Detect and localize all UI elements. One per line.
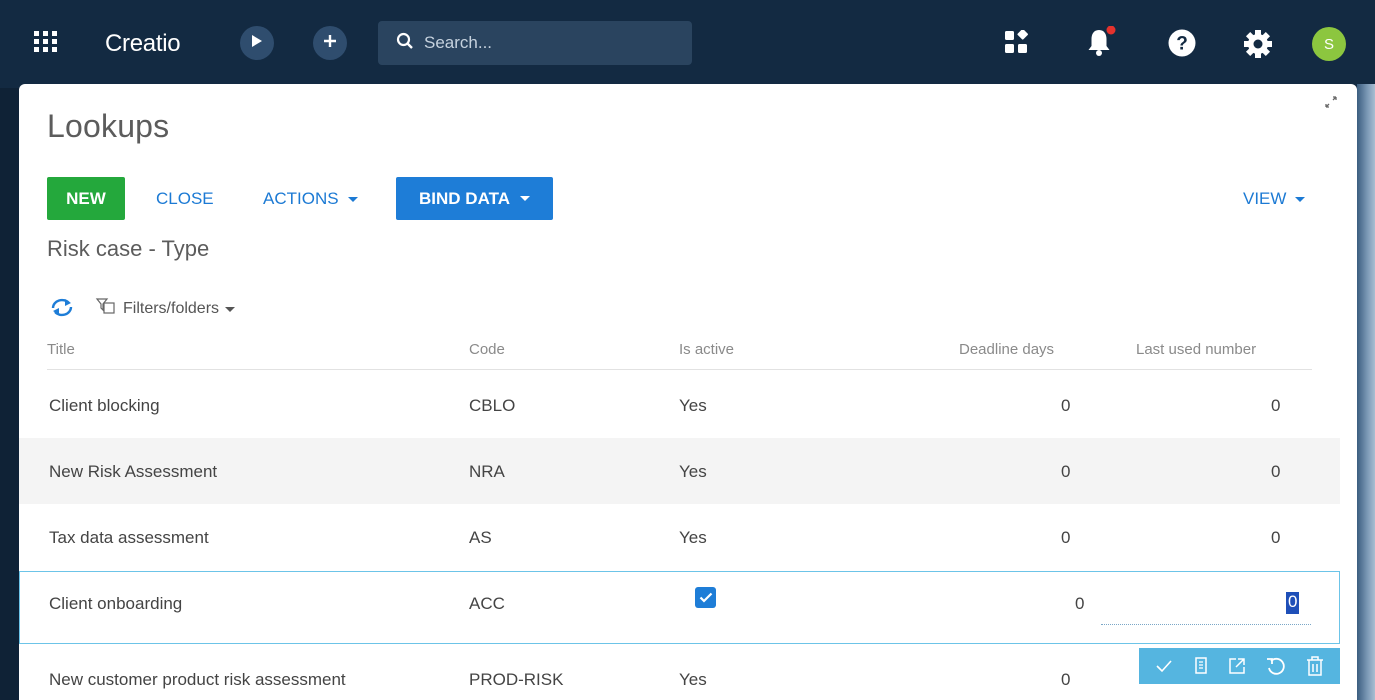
copy-icon[interactable]	[1192, 656, 1210, 676]
bind-data-button-label: BIND DATA	[419, 188, 510, 208]
cell-is-active: Yes	[679, 462, 707, 481]
cell-title: Client onboarding	[49, 594, 183, 613]
filters-folders-label: Filters/folders	[123, 300, 220, 317]
is-active-checkbox[interactable]	[695, 587, 716, 608]
cell-is-active: Yes	[679, 528, 707, 547]
search-box[interactable]	[378, 21, 692, 65]
run-process-button[interactable]	[240, 26, 274, 60]
cell-code: ACC	[469, 594, 505, 613]
cell-title: Client blocking	[49, 396, 160, 415]
gear-icon[interactable]	[1243, 29, 1273, 64]
row-actions-toolbar	[1139, 648, 1340, 684]
cell-deadline-days: 0	[1061, 462, 1071, 481]
cell-code: NRA	[469, 462, 505, 481]
play-icon	[251, 34, 263, 53]
check-icon[interactable]	[1154, 657, 1174, 675]
filter-icon[interactable]	[95, 297, 115, 322]
column-header-title[interactable]: Title	[47, 341, 75, 358]
cell-deadline-days: 0	[1061, 396, 1071, 415]
add-button[interactable]	[313, 26, 347, 60]
new-button[interactable]: NEW	[47, 177, 125, 220]
plus-icon	[323, 34, 337, 53]
cell-code: PROD-RISK	[469, 670, 564, 689]
cell-title: New customer product risk assessment	[49, 670, 346, 689]
chevron-down-icon	[519, 196, 530, 201]
help-icon[interactable]: ?	[1167, 28, 1197, 63]
column-header-deadline-days[interactable]: Deadline days	[959, 341, 1054, 358]
column-header-is-active[interactable]: Is active	[679, 341, 734, 358]
chevron-down-icon	[225, 306, 236, 312]
filters-folders-button[interactable]: Filters/folders	[123, 300, 236, 318]
view-button-label: VIEW	[1243, 189, 1287, 208]
svg-text:?: ?	[1176, 34, 1188, 55]
expand-icon[interactable]	[1324, 95, 1338, 114]
column-header-code[interactable]: Code	[469, 341, 505, 358]
cell-last-used-number: 0	[1271, 462, 1281, 481]
close-button[interactable]: CLOSE	[156, 189, 214, 209]
cell-last-used-number: 0	[1271, 396, 1281, 415]
cell-code: CBLO	[469, 396, 516, 415]
search-input[interactable]	[424, 33, 684, 53]
cell-last-used-number: 0	[1271, 528, 1281, 547]
open-card-icon[interactable]	[1227, 656, 1247, 676]
search-icon	[396, 32, 414, 55]
section-title: Risk case - Type	[47, 236, 210, 261]
filter-bar: Filters/folders	[49, 296, 236, 323]
page-title: Lookups	[47, 108, 170, 144]
close-button-label: CLOSE	[156, 189, 214, 208]
bell-icon[interactable]	[1086, 25, 1116, 63]
cell-code: AS	[469, 528, 492, 547]
last-used-number-input[interactable]	[1101, 589, 1311, 625]
actions-button[interactable]: ACTIONS	[263, 189, 358, 209]
bind-data-button[interactable]: BIND DATA	[396, 177, 553, 220]
cell-deadline-days: 0	[1061, 528, 1071, 547]
refresh-icon[interactable]	[49, 296, 75, 323]
column-header-last-used-number[interactable]: Last used number	[1136, 341, 1256, 358]
cell-is-active: Yes	[679, 396, 707, 415]
creatio-logo[interactable]: Creatio	[105, 30, 181, 58]
widgets-icon[interactable]	[1004, 29, 1028, 59]
cell-deadline-days: 0	[1061, 670, 1071, 689]
cell-deadline-days: 0	[1075, 594, 1085, 613]
cell-title: Tax data assessment	[49, 528, 209, 547]
cell-title: New Risk Assessment	[49, 462, 218, 481]
top-bar: Creatio ? S	[0, 0, 1375, 88]
view-button[interactable]: VIEW	[1243, 189, 1306, 209]
chevron-down-icon	[1295, 196, 1306, 202]
header-divider	[47, 369, 1312, 370]
apps-grid-icon[interactable]	[34, 31, 60, 53]
user-avatar[interactable]: S	[1312, 27, 1346, 61]
cell-is-active: Yes	[679, 670, 707, 689]
selected-text: 0	[1286, 592, 1300, 614]
background-edge	[1357, 84, 1375, 700]
actions-button-label: ACTIONS	[263, 189, 339, 208]
chevron-down-icon	[347, 196, 358, 202]
undo-icon[interactable]	[1265, 655, 1287, 677]
trash-icon[interactable]	[1305, 655, 1325, 677]
